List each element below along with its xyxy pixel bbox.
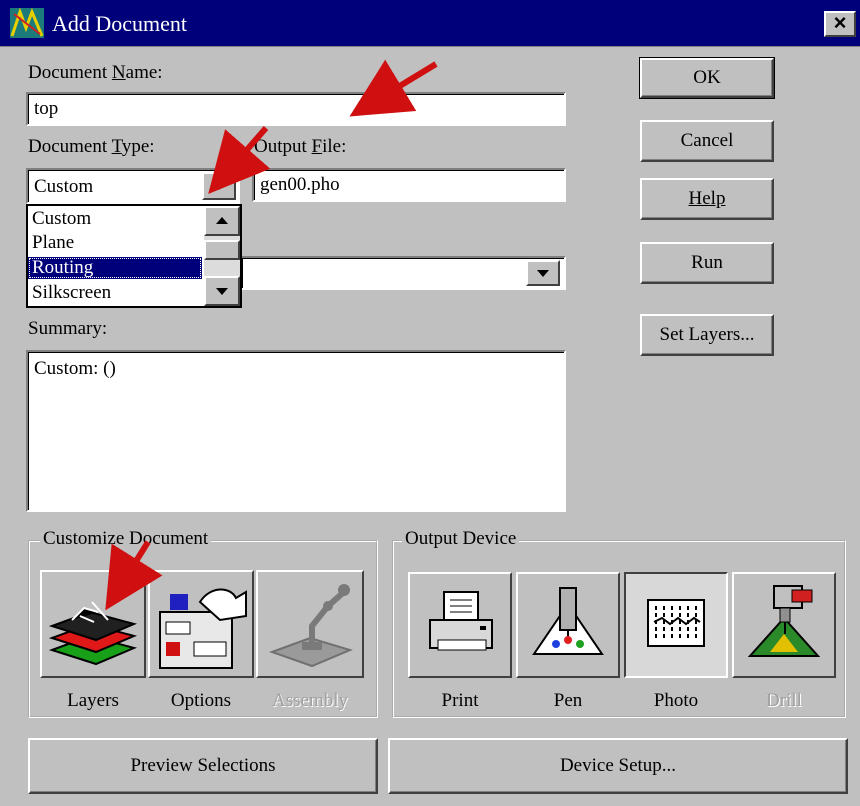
arrow-annotation-type xyxy=(208,126,271,195)
annotation-arrows xyxy=(105,59,438,611)
arrow-annotation-layers xyxy=(105,540,163,611)
arrow-annotation-name xyxy=(349,59,438,117)
